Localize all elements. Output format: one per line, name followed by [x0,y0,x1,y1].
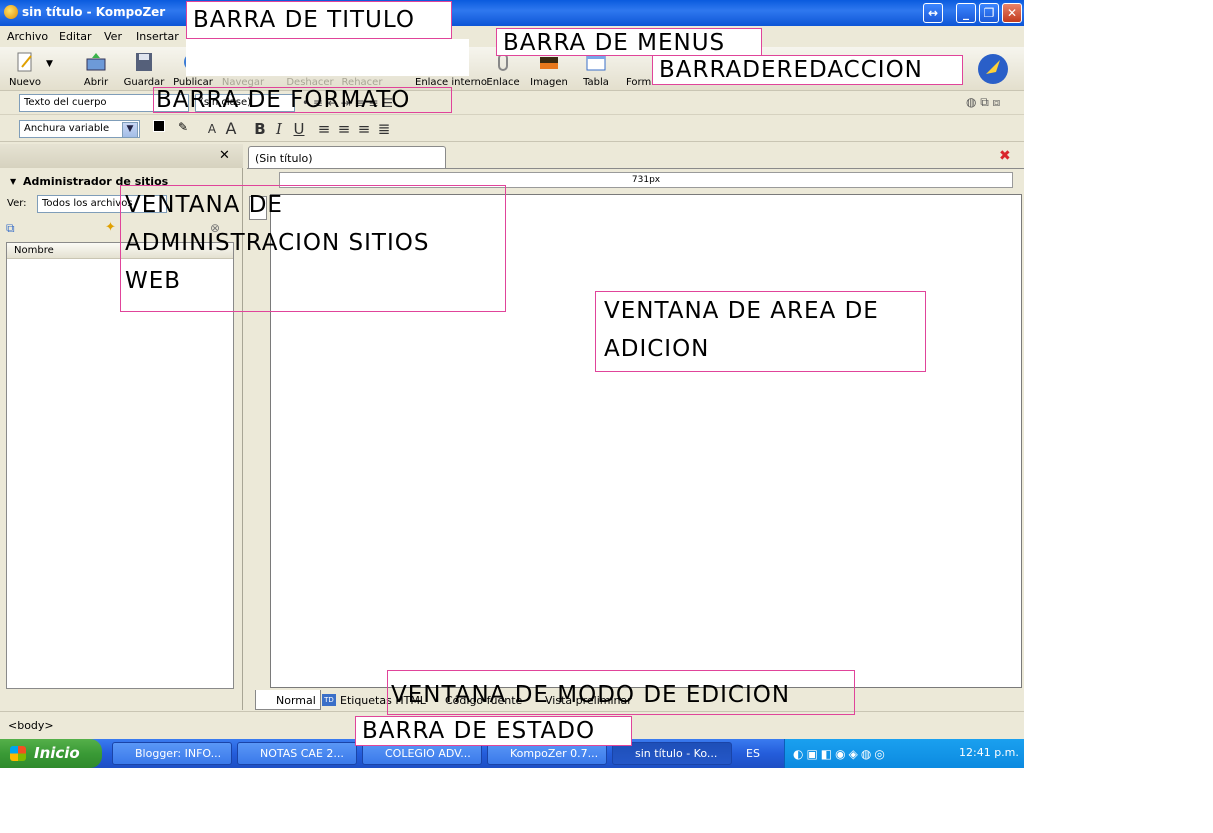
folder-icon[interactable]: ✦ [105,220,116,235]
annotation-menu-bar: BARRA DE MENUS [496,28,762,56]
task-notas[interactable]: NOTAS CAE 2... [237,742,357,765]
save-disk-icon [136,53,152,71]
annotation-site-admin: VENTANA DE ADMINISTRACION SITIOS WEB [120,185,506,312]
maximize-button[interactable]: ❐ [979,3,999,23]
open-icon [86,53,106,71]
bold-icon[interactable]: B [251,120,269,138]
clock: 12:41 p.m. [959,746,1019,759]
kompozer-window: sin título - KompoZer ↔ _ ❐ ✕ Archivo Ed… [0,0,1024,768]
tray-icons[interactable]: ◐▣◧◉◈◍◎ [793,747,888,761]
new-file-icon [17,52,32,72]
menu-archivo[interactable]: Archivo [7,30,48,43]
annotation-mode: VENTANA DE MODO DE EDICION [387,670,855,715]
windows-logo-icon [10,746,26,761]
view-label: Ver: [7,198,27,209]
window-title: sin título - KompoZer [22,5,166,19]
font-smaller-icon[interactable]: A [203,120,221,138]
align-right-icon[interactable]: ≡ [355,120,373,138]
language-indicator[interactable]: ES [746,747,760,760]
annotation-edit-bar: BARRADEREDACCION [652,55,963,85]
text-color-icon[interactable] [153,120,165,132]
align-justify-icon[interactable]: ≣ [375,120,393,138]
new-dropdown-icon[interactable]: ▼ [46,59,53,69]
width-select[interactable]: Anchura variable ▼ [19,120,140,138]
annotation-area: VENTANA DE AREA DE ADICION [595,291,926,372]
italic-icon[interactable]: I [270,120,288,138]
open-button[interactable]: Abrir [71,49,121,89]
close-tab-icon[interactable]: ✖ [999,148,1011,164]
sidebar-header: ✕ [0,144,243,168]
tab-normal[interactable]: Normal [255,690,321,710]
minimize-button[interactable]: _ [956,3,976,23]
annotation-title-bar: BARRA DE TITULO [186,1,452,39]
name-column-label: Nombre [14,245,54,256]
annotation-format-bar: BARRA DE FORMATO [153,87,452,113]
sites-icon[interactable]: ⧉ [6,221,15,236]
align-center-icon[interactable]: ≡ [335,120,353,138]
kompozer-app-icon [4,5,18,19]
underline-icon[interactable]: U [290,120,308,138]
menu-ver[interactable]: Ver [104,30,122,43]
kompozer-logo-icon [978,54,1008,84]
close-sidebar-icon[interactable]: ✕ [219,148,230,163]
swap-icon[interactable]: ↔ [923,3,943,23]
highlight-icon[interactable]: ✎ [178,120,188,134]
tag-path[interactable]: <body> [8,719,54,732]
format-toolbar-2: Anchura variable ▼ ✎ A A B I U ≡ ≡ ≡ ≣ [0,116,1024,142]
document-tab[interactable]: (Sin título) [248,146,446,168]
collapse-arrow-icon[interactable]: ▼ [10,177,16,186]
menu-insertar[interactable]: Insertar [136,30,179,43]
title-bar[interactable]: sin título - KompoZer ↔ _ ❐ ✕ [0,0,1024,26]
annotation-mask [186,39,469,76]
start-button[interactable]: Inicio [0,739,102,768]
task-blogger[interactable]: Blogger: INFO... [112,742,232,765]
layer-icons[interactable]: ◍ ⧉ ⧈ [966,95,1000,110]
annotation-status: BARRA DE ESTADO [355,716,632,746]
menu-editar[interactable]: Editar [59,30,92,43]
system-tray: ◐▣◧◉◈◍◎ 12:41 p.m. [784,739,1024,768]
chevron-down-icon: ▼ [122,122,138,137]
close-button[interactable]: ✕ [1002,3,1022,23]
save-button[interactable]: Guardar [119,49,169,89]
align-left-icon[interactable]: ≡ [315,120,333,138]
new-button[interactable]: Nuevo [0,49,50,89]
font-larger-icon[interactable]: A [222,120,240,138]
